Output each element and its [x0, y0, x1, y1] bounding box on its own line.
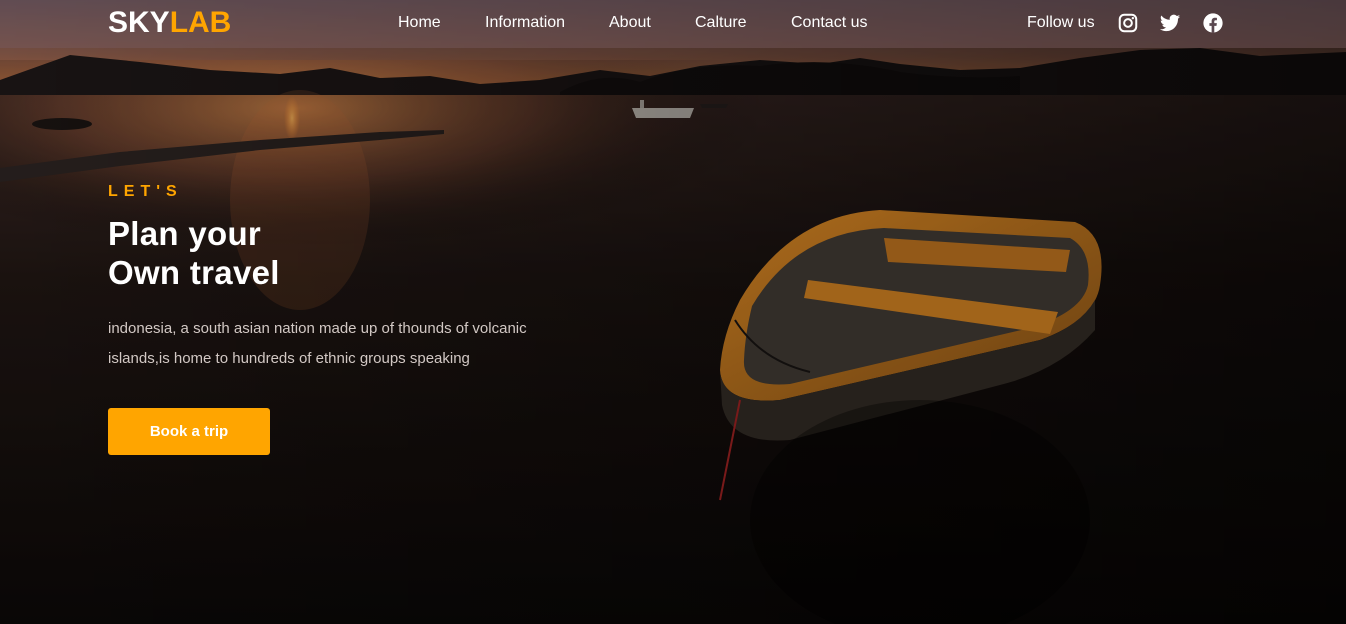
hero-headline: Plan your Own travel: [108, 214, 280, 292]
nav-link-contact-us[interactable]: Contact us: [791, 13, 867, 33]
brand-logo-part2: LAB: [169, 6, 232, 39]
follow-us-label: Follow us: [1027, 14, 1095, 31]
hero-section: SKYLAB Home Information About Calture Co…: [0, 0, 1346, 624]
instagram-icon[interactable]: [1117, 12, 1139, 34]
hero-eyebrow: LET'S: [108, 183, 183, 200]
nav-link-calture[interactable]: Calture: [695, 13, 747, 33]
hero-headline-line1: Plan your: [108, 215, 262, 252]
hero-description: indonesia, a south asian nation made up …: [108, 314, 578, 374]
nav-link-information[interactable]: Information: [485, 13, 565, 33]
hero-headline-line2: Own travel: [108, 254, 280, 291]
brand-logo-part1: SKY: [108, 6, 170, 39]
nav-link-home[interactable]: Home: [398, 13, 441, 33]
twitter-icon[interactable]: [1159, 12, 1181, 34]
hero-description-line1: indonesia, a south asian nation made up …: [108, 320, 527, 337]
hero-background-image: [0, 0, 1346, 624]
facebook-icon[interactable]: [1202, 12, 1224, 34]
book-a-trip-button[interactable]: Book a trip: [108, 408, 270, 455]
top-navbar: SKYLAB Home Information About Calture Co…: [0, 0, 1346, 48]
nav-link-about[interactable]: About: [609, 13, 651, 33]
brand-logo[interactable]: SKYLAB: [108, 4, 231, 42]
hero-description-line2: islands,is home to hundreds of ethnic gr…: [108, 350, 470, 367]
